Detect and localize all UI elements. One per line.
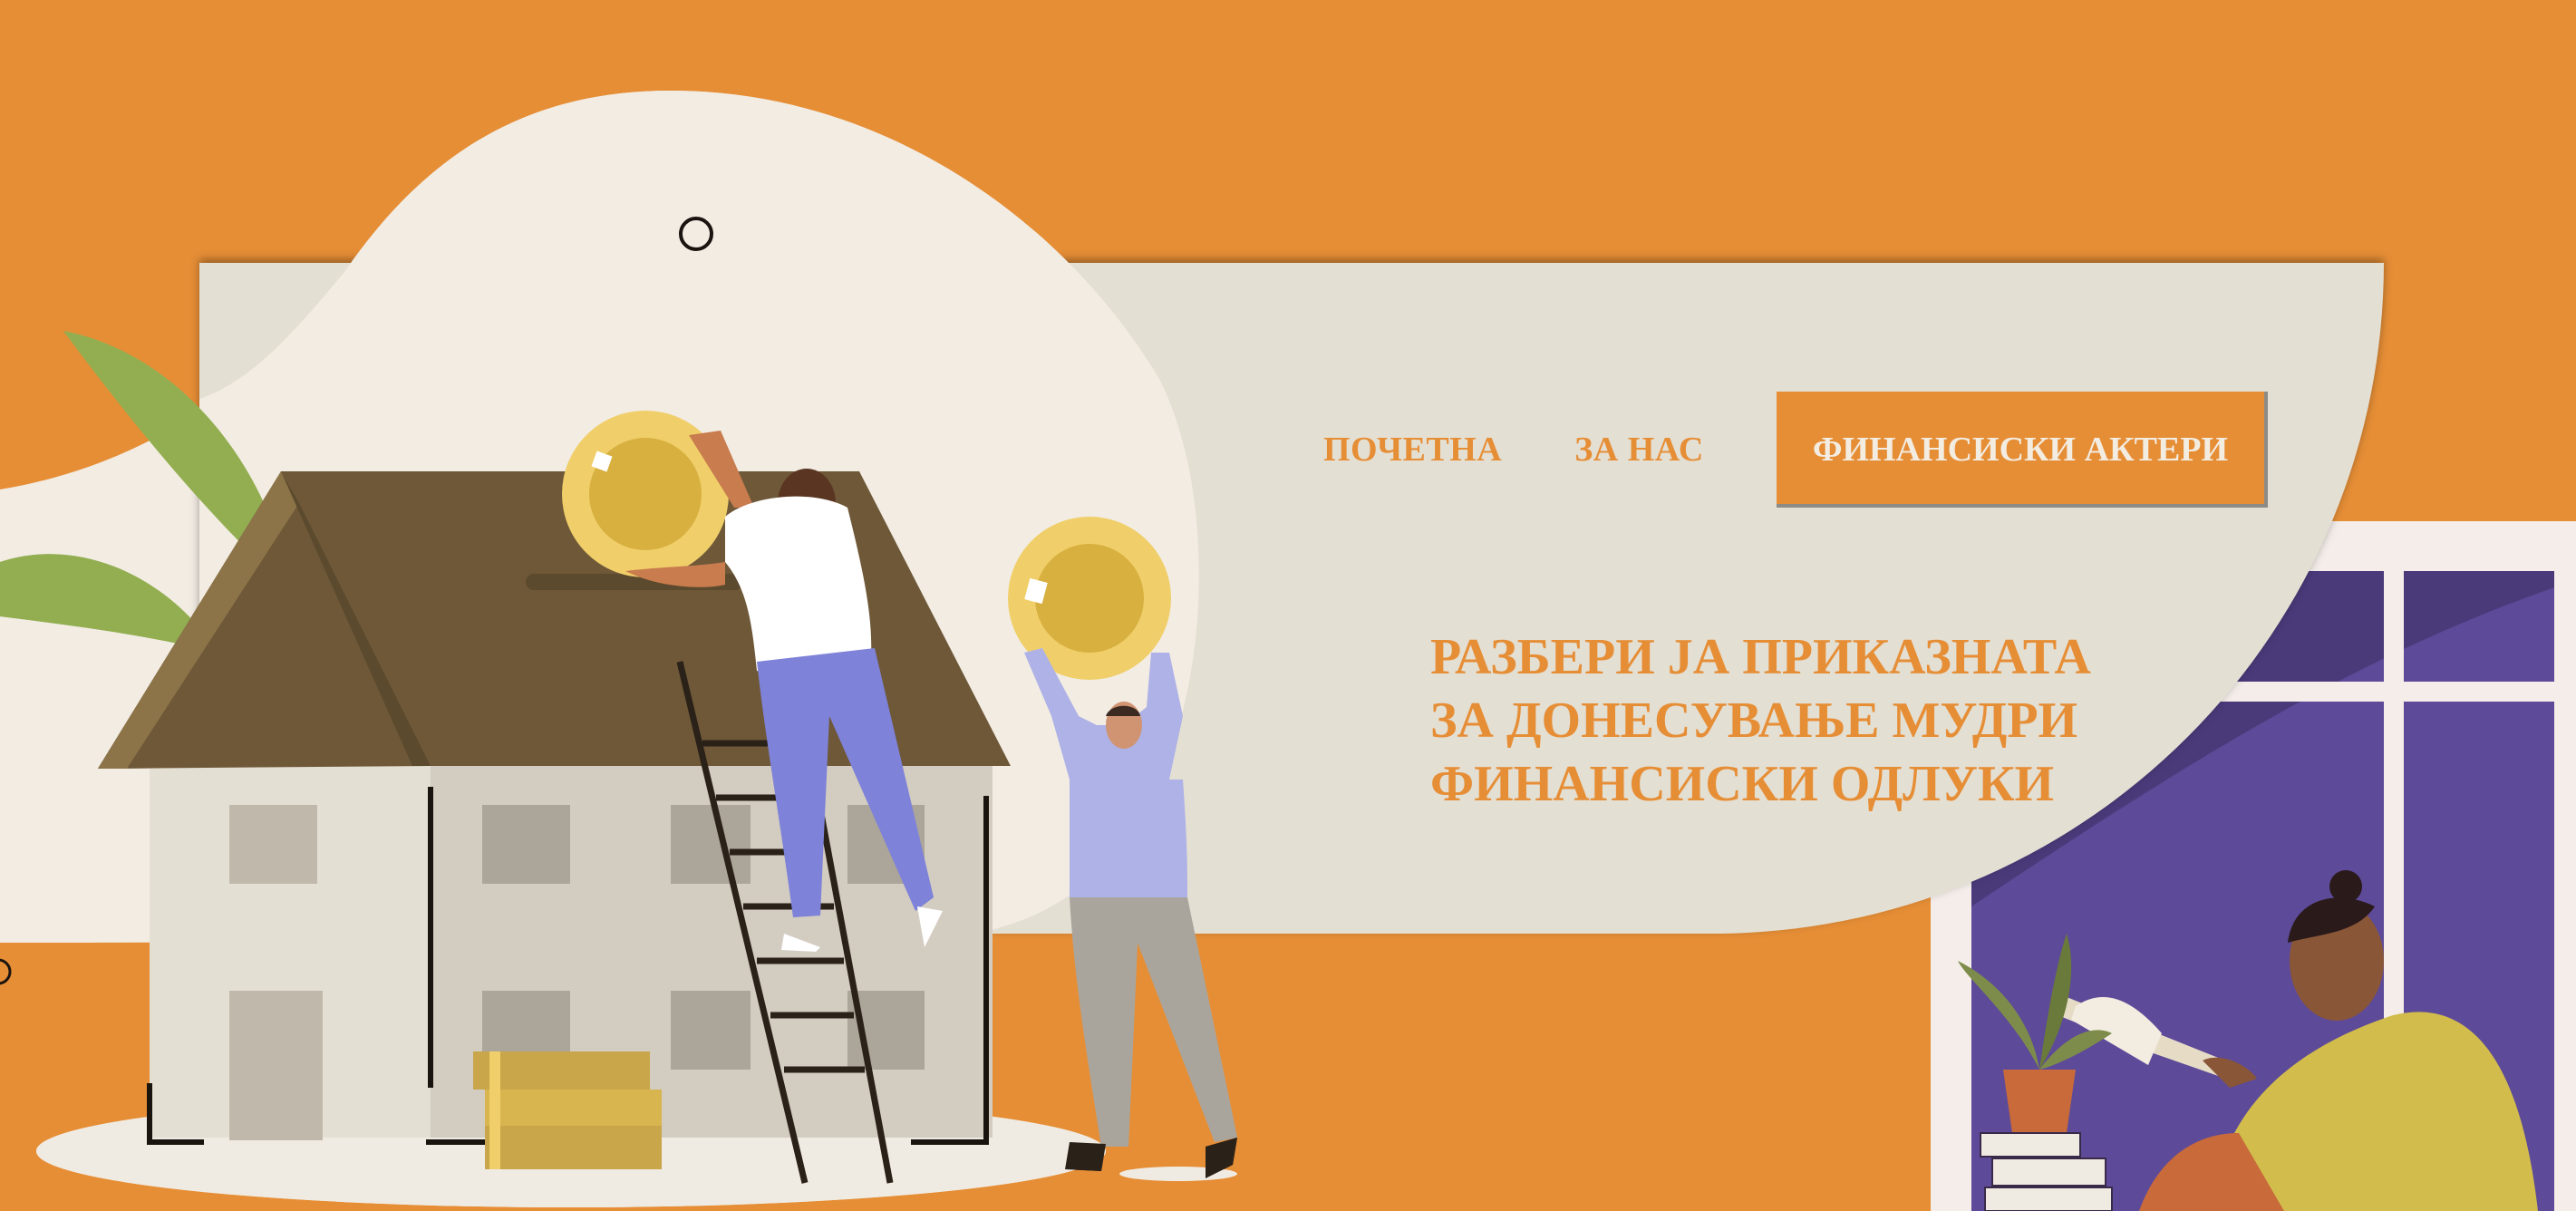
hero-headline: РАЗБЕРИ ЈА ПРИКАЗНАТА ЗА ДОНЕСУВАЊЕ МУДР… [1430, 625, 2091, 816]
coin-stack [473, 1051, 662, 1169]
headline-line-1: РАЗБЕРИ ЈА ПРИКАЗНАТА [1430, 629, 2091, 685]
main-nav: ПОЧЕТНА ЗА НАС ФИНАНСИСКИ АКТЕРИ [1323, 392, 2269, 508]
headline-line-3: ФИНАНСИСКИ ОДЛУКИ [1430, 756, 2055, 812]
headline-line-2: ЗА ДОНЕСУВАЊЕ МУДРИ [1430, 693, 2078, 749]
nav-financial-actors-button[interactable]: ФИНАНСИСКИ АКТЕРИ [1776, 392, 2269, 508]
circle-outline-icon [679, 217, 713, 251]
circle-outline-icon [0, 958, 12, 985]
nav-about-link[interactable]: ЗА НАС [1574, 430, 1704, 470]
header-panel [199, 263, 2384, 934]
nav-home-link[interactable]: ПОЧЕТНА [1323, 430, 1502, 470]
